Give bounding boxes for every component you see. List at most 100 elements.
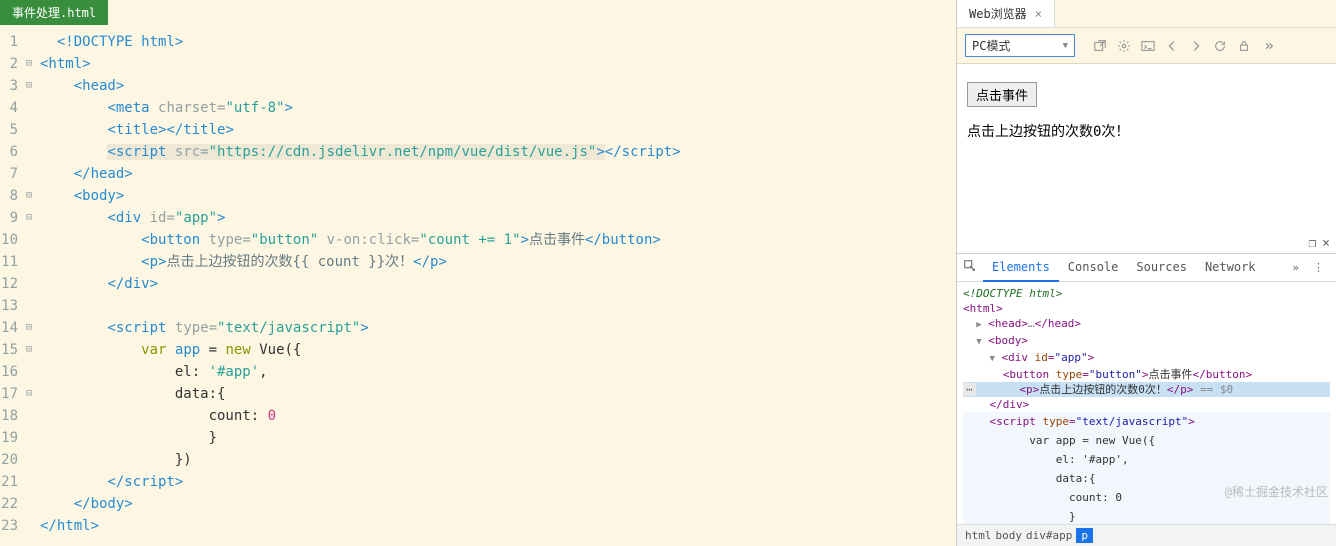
dom-node[interactable]: var app = new Vue({ (963, 431, 1330, 450)
devtools-menu-icon[interactable]: ⋮ (1307, 261, 1330, 274)
fold-icon (22, 427, 36, 449)
dom-node[interactable]: count: 0 (963, 488, 1330, 507)
fold-icon[interactable]: ⊟ (22, 383, 36, 405)
fold-icon (22, 163, 36, 185)
code-line[interactable]: 19 } (0, 427, 956, 449)
devtools-close-icon[interactable]: × (1322, 236, 1330, 251)
fold-icon (22, 515, 36, 537)
code-line[interactable]: 3⊟ <head> (0, 75, 956, 97)
dom-node[interactable]: ▼ <div id="app"> (963, 350, 1330, 367)
devtools-tab-elements[interactable]: Elements (983, 254, 1059, 282)
code-line[interactable]: 23</html> (0, 515, 956, 537)
breadcrumb-html[interactable]: html (965, 529, 992, 542)
dom-node[interactable]: <button type="button">点击事件</button> (963, 367, 1330, 382)
lock-icon[interactable] (1237, 39, 1251, 53)
dom-node[interactable]: <!DOCTYPE html> (963, 286, 1330, 301)
dom-node[interactable]: <html> (963, 301, 1330, 316)
fold-icon[interactable]: ⊟ (22, 207, 36, 229)
devtools-tab-network[interactable]: Network (1196, 254, 1265, 282)
line-number: 9 (0, 207, 22, 229)
code-area[interactable]: 1 <!DOCTYPE html>2⊟<html>3⊟ <head>4 <met… (0, 25, 956, 546)
line-number: 4 (0, 97, 22, 119)
gear-icon[interactable] (1117, 39, 1131, 53)
back-icon[interactable] (1165, 39, 1179, 53)
inspect-icon[interactable] (963, 259, 981, 276)
refresh-icon[interactable] (1213, 39, 1227, 53)
devtools-more-tabs-icon[interactable]: » (1286, 261, 1305, 274)
code-line[interactable]: 17⊟ data:{ (0, 383, 956, 405)
code-line[interactable]: 6 <script src="https://cdn.jsdelivr.net/… (0, 141, 956, 163)
mode-select[interactable]: PC模式 ▼ (965, 34, 1075, 57)
external-icon[interactable] (1093, 39, 1107, 53)
code-line[interactable]: 22 </body> (0, 493, 956, 515)
line-number: 17 (0, 383, 22, 405)
line-number: 16 (0, 361, 22, 383)
fold-icon (22, 273, 36, 295)
breadcrumb-p[interactable]: p (1076, 528, 1093, 543)
code-line[interactable]: 15⊟ var app = new Vue({ (0, 339, 956, 361)
devtools-elements-tree[interactable]: <!DOCTYPE html><html> ▶ <head>…</head> ▼… (957, 282, 1336, 524)
line-number: 7 (0, 163, 22, 185)
preview-area: 点击事件 点击上边按钮的次数0次！ (957, 64, 1336, 234)
line-number: 2 (0, 53, 22, 75)
code-line[interactable]: 11 <p>点击上边按钮的次数{{ count }}次！</p> (0, 251, 956, 273)
code-line[interactable]: 13 (0, 295, 956, 317)
code-line[interactable]: 20 }) (0, 449, 956, 471)
devtools-header: ElementsConsoleSourcesNetwork » ⋮ (957, 254, 1336, 282)
code-line[interactable]: 7 </head> (0, 163, 956, 185)
dom-node[interactable]: ▼ <body> (963, 333, 1330, 350)
close-icon[interactable]: × (1035, 7, 1042, 21)
console-icon[interactable] (1141, 39, 1155, 53)
code-line[interactable]: 5 <title></title> (0, 119, 956, 141)
breadcrumb-div-app[interactable]: div#app (1026, 529, 1072, 542)
line-number: 13 (0, 295, 22, 317)
line-number: 12 (0, 273, 22, 295)
fold-icon (22, 295, 36, 317)
dom-node[interactable]: el: '#app', (963, 450, 1330, 469)
line-number: 1 (0, 31, 22, 53)
editor-pane: 事件处理.html 1 <!DOCTYPE html>2⊟<html>3⊟ <h… (0, 0, 956, 546)
code-line[interactable]: 9⊟ <div id="app"> (0, 207, 956, 229)
fold-icon (22, 361, 36, 383)
more-icon[interactable] (1261, 39, 1275, 53)
devtools-tab-console[interactable]: Console (1059, 254, 1128, 282)
editor-tab-active[interactable]: 事件处理.html (0, 0, 108, 25)
line-number: 19 (0, 427, 22, 449)
line-number: 10 (0, 229, 22, 251)
dom-node[interactable]: } (963, 507, 1330, 524)
code-line[interactable]: 2⊟<html> (0, 53, 956, 75)
code-line[interactable]: 16 el: '#app', (0, 361, 956, 383)
dom-node[interactable]: data:{ (963, 469, 1330, 488)
code-line[interactable]: 18 count: 0 (0, 405, 956, 427)
dom-node[interactable]: </div> (963, 397, 1330, 412)
fold-icon (22, 97, 36, 119)
line-number: 15 (0, 339, 22, 361)
fold-icon[interactable]: ⊟ (22, 339, 36, 361)
browser-toolbar: PC模式 ▼ (957, 28, 1336, 64)
click-event-button[interactable]: 点击事件 (967, 82, 1037, 107)
dom-node[interactable]: ⋯ <p>点击上边按钮的次数0次！</p> == $0 (963, 382, 1330, 397)
code-line[interactable]: 4 <meta charset="utf-8"> (0, 97, 956, 119)
code-line[interactable]: 8⊟ <body> (0, 185, 956, 207)
browser-tab-web[interactable]: Web浏览器 × (957, 0, 1055, 27)
fold-icon[interactable]: ⊟ (22, 75, 36, 97)
dock-icon[interactable]: ❐ (1308, 236, 1316, 251)
dom-node[interactable]: ▶ <head>…</head> (963, 316, 1330, 333)
right-pane: Web浏览器 × PC模式 ▼ 点击事件 点击上边按钮的次数0次！ (956, 0, 1336, 546)
forward-icon[interactable] (1189, 39, 1203, 53)
devtools-tab-sources[interactable]: Sources (1127, 254, 1196, 282)
code-line[interactable]: 10 <button type="button" v-on:click="cou… (0, 229, 956, 251)
code-line[interactable]: 21 </script> (0, 471, 956, 493)
fold-icon[interactable]: ⊟ (22, 53, 36, 75)
breadcrumb-body[interactable]: body (996, 529, 1023, 542)
fold-icon[interactable]: ⊟ (22, 185, 36, 207)
code-line[interactable]: 14⊟ <script type="text/javascript"> (0, 317, 956, 339)
fold-icon[interactable]: ⊟ (22, 317, 36, 339)
fold-icon (22, 141, 36, 163)
line-number: 11 (0, 251, 22, 273)
dom-node[interactable]: <script type="text/javascript"> (963, 412, 1330, 431)
code-line[interactable]: 1 <!DOCTYPE html> (0, 31, 956, 53)
code-line[interactable]: 12 </div> (0, 273, 956, 295)
mode-select-label: PC模式 (972, 37, 1010, 54)
ide-root: 事件处理.html 1 <!DOCTYPE html>2⊟<html>3⊟ <h… (0, 0, 1336, 546)
